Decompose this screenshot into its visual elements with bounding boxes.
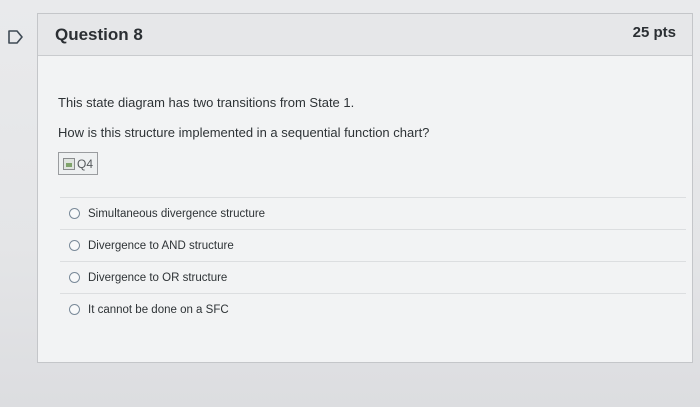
broken-image-icon — [63, 157, 75, 170]
question-text-1: This state diagram has two transitions f… — [58, 95, 355, 110]
answer-option-4[interactable]: It cannot be done on a SFC — [60, 293, 686, 325]
unanswered-flag-icon — [8, 30, 23, 44]
question-header: Question 8 25 pts — [38, 14, 692, 56]
answer-option-1[interactable]: Simultaneous divergence structure — [60, 197, 686, 229]
question-image: Q4 — [58, 152, 99, 175]
question-image-alt: Q4 — [77, 156, 94, 171]
radio-empty-icon[interactable] — [69, 304, 80, 315]
radio-empty-icon[interactable] — [69, 240, 80, 251]
answer-label: It cannot be done on a SFC — [88, 303, 229, 316]
radio-empty-icon[interactable] — [69, 272, 80, 283]
answer-option-2[interactable]: Divergence to AND structure — [60, 229, 686, 261]
answer-list: Simultaneous divergence structure Diverg… — [60, 197, 686, 325]
radio-empty-icon[interactable] — [69, 208, 80, 219]
question-card: Question 8 25 pts This state diagram has… — [37, 13, 693, 363]
answer-label: Simultaneous divergence structure — [88, 207, 266, 220]
answer-option-3[interactable]: Divergence to OR structure — [60, 261, 686, 293]
question-title: Question 8 — [55, 24, 143, 44]
answer-label: Divergence to OR structure — [88, 271, 228, 284]
question-points: 25 pts — [632, 24, 676, 41]
answer-label: Divergence to AND structure — [88, 239, 234, 252]
question-body: This state diagram has two transitions f… — [38, 56, 692, 325]
question-text-2: How is this structure implemented in a s… — [58, 125, 430, 140]
